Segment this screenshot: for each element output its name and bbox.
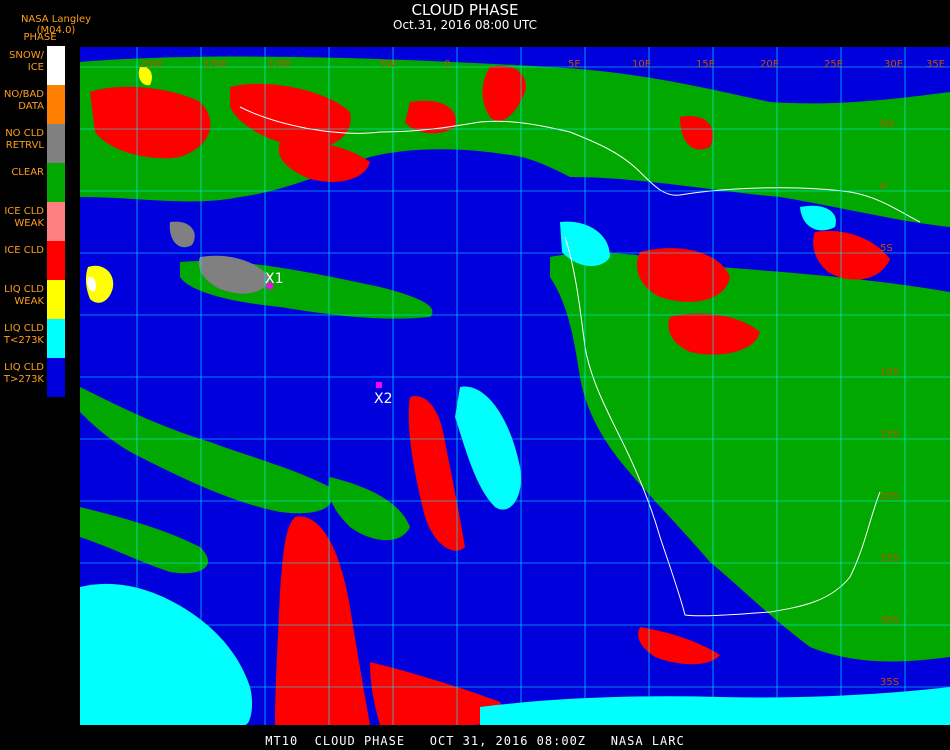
footer-caption: MT10 CLOUD PHASE OCT 31, 2016 08:00Z NAS… xyxy=(265,734,685,748)
legend-item-snow-ice: SNOW/ ICE xyxy=(0,46,70,85)
legend-item-clear: CLEAR xyxy=(0,163,70,202)
legend-swatch xyxy=(47,46,65,85)
lon-label: 10E xyxy=(632,59,651,70)
lon-label: 20E xyxy=(760,59,779,70)
legend-label: ICE CLD xyxy=(4,245,44,256)
lon-label: 20W xyxy=(140,59,163,70)
legend-label: NO/BAD DATA xyxy=(3,89,44,112)
legend-caption: PHASE xyxy=(23,32,57,43)
legend-swatch xyxy=(47,124,65,163)
legend-item-ice-cloud-weak: ICE CLD WEAK xyxy=(0,202,70,241)
lon-label: 5W xyxy=(380,59,396,70)
legend-item-no-cloud-retrieval: NO CLD RETRVL xyxy=(0,124,70,163)
lon-label: 35E xyxy=(926,59,945,70)
legend-label: SNOW/ ICE xyxy=(9,50,44,73)
lon-label: 5E xyxy=(568,59,581,70)
legend-item-ice-cloud: ICE CLD xyxy=(0,241,70,280)
lat-label: 5S xyxy=(880,243,893,254)
map-title: CLOUD PHASE xyxy=(411,1,519,19)
legend-label: LIQ CLD T>273K xyxy=(3,362,44,385)
site-marker-x1[interactable]: X1 xyxy=(265,271,284,289)
cloud-phase-map: 20W 15W 10W 5W 0 5E 10E 15E 20E 25E 30E … xyxy=(80,47,950,725)
lon-label: 15W xyxy=(204,59,227,70)
legend-item-liquid-cloud-cold: LIQ CLD T<273K xyxy=(0,319,70,358)
legend-item-liquid-cloud-weak: LIQ CLD WEAK xyxy=(0,280,70,319)
legend-swatch xyxy=(47,280,65,319)
legend-swatch xyxy=(47,163,65,202)
lat-label: 15S xyxy=(880,429,899,440)
legend-swatch xyxy=(47,358,65,397)
lon-label: 0 xyxy=(444,59,450,70)
lat-label: 10S xyxy=(880,367,899,378)
legend-label: CLEAR xyxy=(11,167,44,178)
legend-label: LIQ CLD WEAK xyxy=(4,284,44,307)
lat-label: 5N xyxy=(880,119,894,130)
lon-label: 30E xyxy=(884,59,903,70)
legend-item-no-bad-data: NO/BAD DATA xyxy=(0,85,70,124)
lat-label: 30S xyxy=(880,615,899,626)
legend-label: LIQ CLD T<273K xyxy=(3,323,44,346)
legend-swatch xyxy=(47,319,65,358)
legend-swatch xyxy=(47,202,65,241)
lon-label: 15E xyxy=(696,59,715,70)
legend-label: ICE CLD WEAK xyxy=(4,206,44,229)
legend-label: NO CLD RETRVL xyxy=(5,128,44,151)
lat-label: 0 xyxy=(880,181,886,192)
legend-swatch xyxy=(47,241,65,280)
lon-label: 10W xyxy=(268,59,291,70)
map-canvas: 20W 15W 10W 5W 0 5E 10E 15E 20E 25E 30E … xyxy=(80,47,950,725)
marker-dot xyxy=(376,382,382,388)
marker-label: X1 xyxy=(265,271,284,287)
legend-swatch xyxy=(47,85,65,124)
legend-item-liquid-cloud-warm: LIQ CLD T>273K xyxy=(0,358,70,397)
lat-label: 20S xyxy=(880,491,899,502)
lon-label: 25E xyxy=(824,59,843,70)
phase-legend: SNOW/ ICE NO/BAD DATA NO CLD RETRVL CLEA… xyxy=(0,46,70,402)
lat-label: 25S xyxy=(880,553,899,564)
lat-label: 35S xyxy=(880,677,899,688)
marker-label: X2 xyxy=(374,391,393,407)
map-datetime: Oct.31, 2016 08:00 UTC xyxy=(393,18,537,32)
